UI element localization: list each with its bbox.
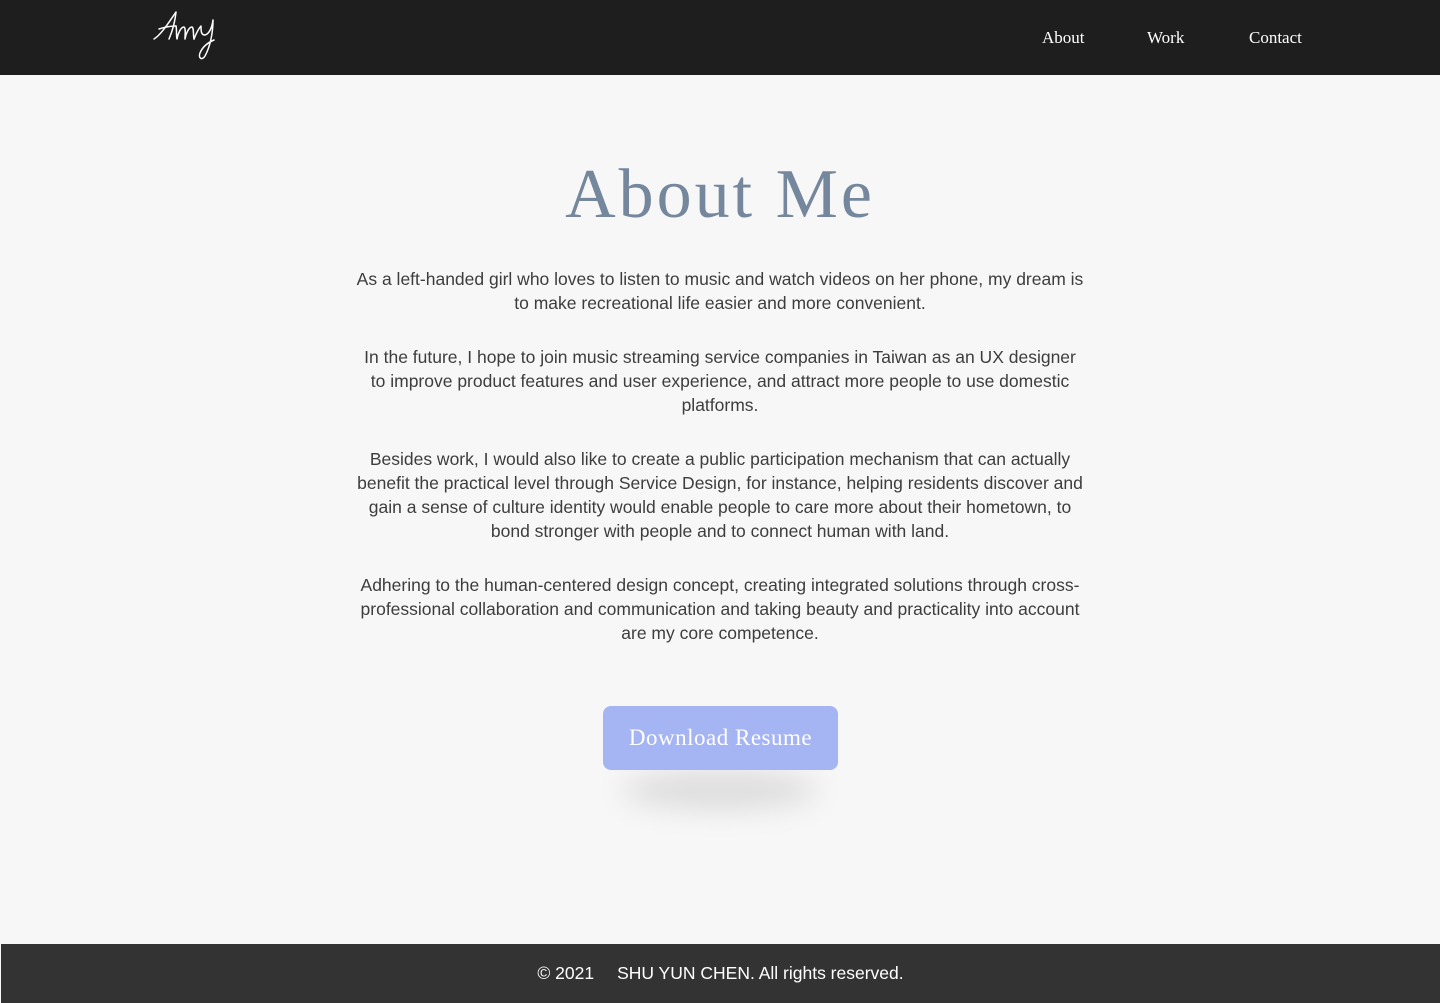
main-nav: About Work Contact bbox=[0, 0, 1440, 75]
copyright-owner: SHU YUN CHEN. All rights reserved. bbox=[617, 963, 904, 983]
bio-paragraph: As a left-handed girl who loves to liste… bbox=[356, 269, 1084, 313]
nav-about-link[interactable]: About bbox=[1042, 27, 1085, 49]
copyright-year: © 2021 bbox=[537, 963, 595, 983]
download-resume-button[interactable]: Download Resume bbox=[603, 706, 838, 770]
page-title: About Me bbox=[565, 156, 875, 233]
nav-contact-link[interactable]: Contact bbox=[1249, 27, 1302, 49]
top-navbar: About Work Contact bbox=[0, 0, 1440, 75]
bio-paragraph: Besides work, I would also like to creat… bbox=[357, 449, 1083, 541]
page-footer: © 2021 SHU YUN CHEN. All rights reserved… bbox=[1, 944, 1440, 1003]
bio-paragraph: In the future, I hope to join music stre… bbox=[364, 347, 1076, 415]
bio-text-block: As a left-handed girl who loves to liste… bbox=[355, 267, 1085, 675]
bio-paragraph: Adhering to the human-centered design co… bbox=[360, 575, 1080, 643]
button-shadow bbox=[622, 770, 818, 810]
nav-work-link[interactable]: Work bbox=[1147, 27, 1184, 49]
